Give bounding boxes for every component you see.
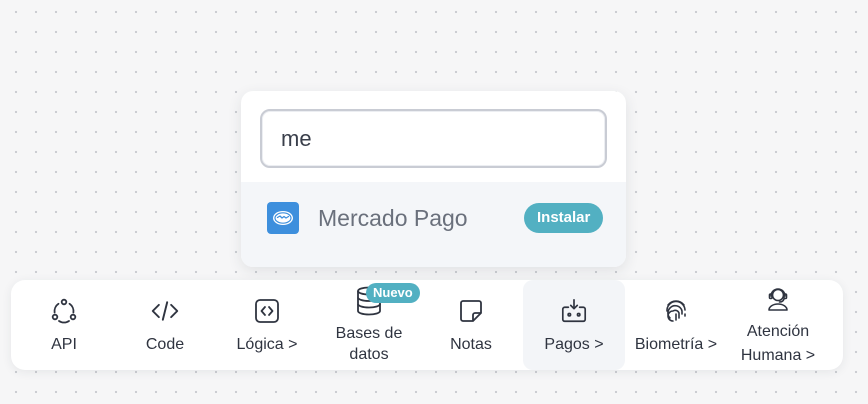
- search-result-mercado-pago[interactable]: Mercado Pago Instalar: [241, 182, 626, 267]
- tool-payments[interactable]: Pagos >: [523, 280, 625, 370]
- new-badge: Nuevo: [366, 283, 420, 303]
- note-icon: [457, 297, 485, 325]
- tool-payments-label: Pagos >: [544, 336, 604, 353]
- tool-code-label: Code: [145, 336, 185, 353]
- search-input[interactable]: [262, 111, 605, 166]
- tool-biometrics[interactable]: Biometría >: [625, 280, 727, 370]
- fingerprint-icon: [662, 297, 690, 325]
- tool-api-label: API: [51, 336, 77, 353]
- search-field[interactable]: [260, 109, 607, 168]
- tool-human-support-label-line1: Atención: [746, 323, 810, 340]
- mercado-pago-logo-icon: [267, 202, 299, 234]
- integration-search-popup: Mercado Pago Instalar: [241, 91, 626, 267]
- tool-notes[interactable]: Notas: [420, 280, 522, 370]
- tool-biometrics-label: Biometría >: [634, 336, 718, 353]
- tool-databases-label-line1: Bases de: [335, 325, 403, 342]
- node-toolbar: API Code Lógica > Bases de datos Nuevo N…: [11, 280, 843, 370]
- payment-terminal-icon: [560, 297, 588, 325]
- result-name: Mercado Pago: [318, 205, 468, 231]
- logic-icon: [253, 297, 281, 325]
- tool-human-support[interactable]: Atención Humana >: [727, 280, 829, 370]
- support-agent-icon: [764, 284, 792, 312]
- code-icon: [151, 297, 179, 325]
- tool-notes-label: Notas: [450, 336, 492, 353]
- tool-api[interactable]: API: [13, 280, 115, 370]
- tool-logic-label: Lógica >: [236, 336, 298, 353]
- tool-databases-label-line2: datos: [349, 346, 389, 363]
- api-icon: [50, 297, 78, 325]
- tool-logic[interactable]: Lógica >: [216, 280, 318, 370]
- install-button[interactable]: Instalar: [524, 203, 604, 233]
- tool-human-support-label-line2: Humana >: [740, 347, 816, 364]
- tool-code[interactable]: Code: [114, 280, 216, 370]
